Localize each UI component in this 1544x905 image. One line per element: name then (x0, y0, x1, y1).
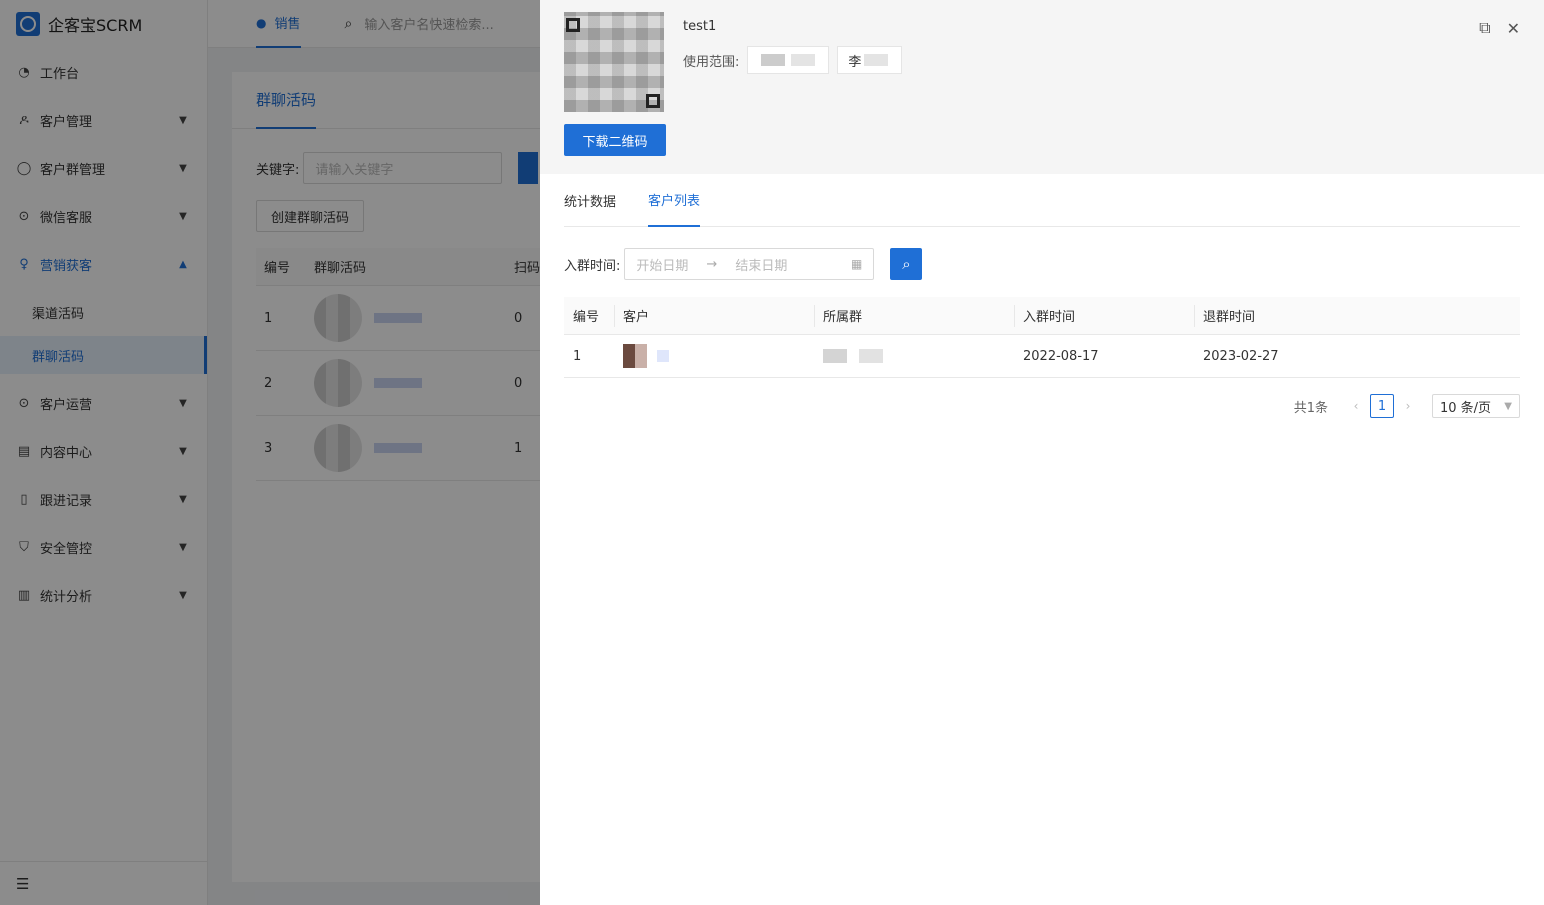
calendar-icon: ▦ (851, 257, 863, 271)
blurred-name (657, 350, 669, 362)
join-time: 2022-08-17 (1023, 348, 1099, 364)
blurred-name (791, 54, 816, 66)
column-header: 入群时间 (1014, 304, 1194, 327)
blurred-name (823, 349, 847, 363)
row-number: 1 (573, 348, 582, 364)
tab-customer-list[interactable]: 客户列表 (648, 174, 701, 227)
prev-page-icon[interactable]: ‹ (1344, 399, 1368, 413)
chevron-down-icon: ▼ (1504, 400, 1512, 412)
scope-tag: 李 (837, 46, 903, 74)
next-page-icon[interactable]: › (1396, 399, 1420, 413)
scope-tag-text: 李 (848, 54, 862, 70)
blurred-name (864, 54, 889, 66)
column-header: 编号 (573, 310, 600, 325)
group-cell (814, 349, 1014, 364)
blurred-name (859, 349, 883, 363)
arrow-right-icon: → (706, 256, 718, 272)
customer-table: 编号 客户 所属群 入群时间 退群时间 1 2022-08-17 2023-02… (564, 297, 1520, 378)
scope-tag (747, 46, 830, 74)
drawer-mask[interactable] (0, 0, 540, 905)
end-date-input[interactable]: 结束日期 (735, 255, 787, 274)
download-qr-button[interactable]: 下载二维码 (564, 124, 666, 156)
search-icon: ⌕ (902, 255, 911, 273)
usage-scope: 使用范围: 李 (683, 46, 903, 74)
column-header: 退群时间 (1194, 304, 1520, 327)
qr-finder-pattern (646, 94, 660, 108)
open-new-window-icon[interactable]: ⧉ (1479, 18, 1490, 38)
drawer-tabs: 统计数据 客户列表 (564, 174, 1520, 227)
page-size-value: 10 条/页 (1440, 400, 1492, 416)
page-number[interactable]: 1 (1370, 394, 1394, 418)
total-count: 共1条 (1293, 400, 1328, 416)
close-icon[interactable]: ✕ (1507, 19, 1520, 38)
start-date-input[interactable]: 开始日期 (636, 255, 688, 274)
table-header: 编号 客户 所属群 入群时间 退群时间 (564, 297, 1520, 335)
column-header: 所属群 (814, 304, 1014, 327)
pagination: 共1条 ‹ 1 › 10 条/页 ▼ (1294, 394, 1520, 418)
tab-statistics[interactable]: 统计数据 (564, 174, 616, 227)
drawer-title: test1 (683, 19, 717, 34)
date-filter: 入群时间: 开始日期 → 结束日期 ▦ ⌕ (564, 248, 923, 280)
avatar (623, 344, 647, 368)
qr-finder-pattern (566, 18, 580, 32)
table-row[interactable]: 1 2022-08-17 2023-02-27 (564, 335, 1520, 378)
column-header: 客户 (614, 304, 814, 327)
qr-code-image (564, 12, 664, 112)
date-range-picker[interactable]: 开始日期 → 结束日期 ▦ (624, 248, 875, 280)
customer-cell (614, 344, 814, 368)
page-size-select[interactable]: 10 条/页 ▼ (1432, 394, 1520, 418)
blurred-name (761, 54, 786, 66)
search-button[interactable]: ⌕ (890, 248, 923, 280)
leave-time: 2023-02-27 (1203, 348, 1279, 364)
scope-label: 使用范围: (683, 54, 740, 70)
drawer-actions: ⧉ ✕ (1479, 18, 1520, 38)
detail-drawer: 下载二维码 test1 使用范围: 李 ⧉ ✕ 统计数据 客户列表 入群时间: … (540, 0, 1544, 905)
join-time-label: 入群时间: (564, 258, 621, 274)
drawer-header: 下载二维码 test1 使用范围: 李 ⧉ ✕ (540, 0, 1544, 174)
